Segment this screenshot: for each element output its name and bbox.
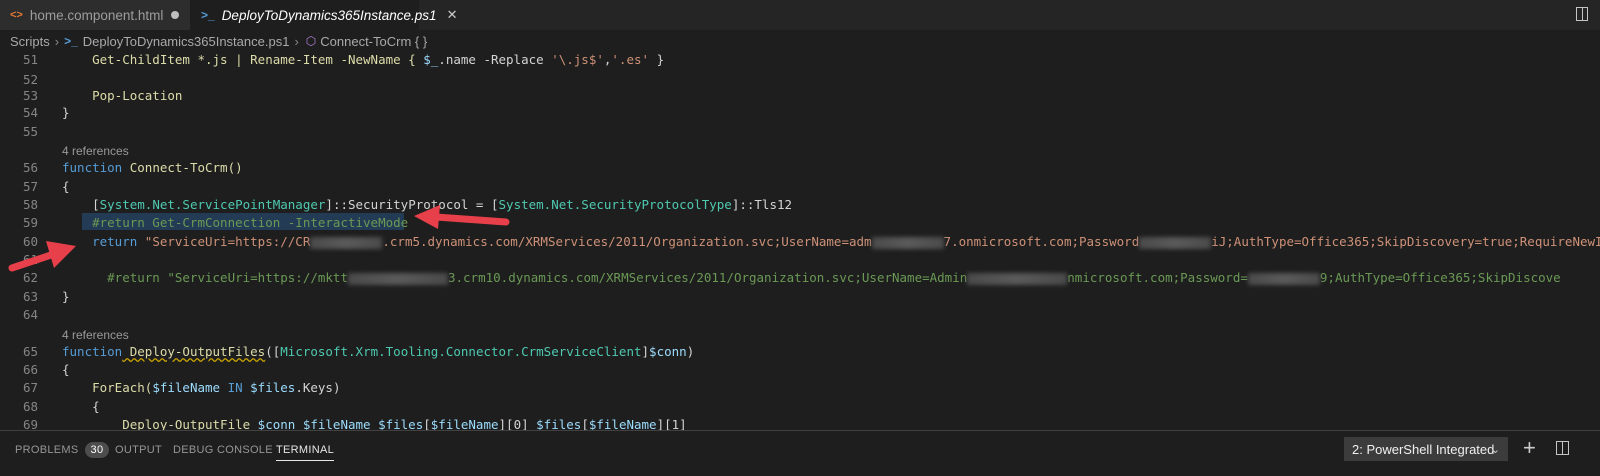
annotation-arrow-icon <box>414 205 510 229</box>
powershell-file-icon: >_ <box>201 8 215 22</box>
code-line-63: } <box>62 289 70 304</box>
chevron-right-icon: › <box>294 33 299 49</box>
code-line-67: ForEach($fileName IN $files.Keys) <box>62 380 341 395</box>
tab-output[interactable]: OUTPUT <box>115 444 162 456</box>
tab-label: DeployToDynamics365Instance.ps1 <box>221 7 437 23</box>
line-number: 57 <box>22 179 38 194</box>
breadcrumb-item-file[interactable]: DeployToDynamics365Instance.ps1 <box>83 34 290 49</box>
line-number: 63 <box>22 289 38 304</box>
redacted-text <box>967 272 1068 285</box>
tab-terminal[interactable]: TERMINAL <box>276 444 335 461</box>
tab-deploy-script[interactable]: >_ DeployToDynamics365Instance.ps1 ✕ <box>191 0 457 30</box>
line-number: 56 <box>22 160 38 175</box>
editor-tab-bar: <> home.component.html >_ DeployToDynami… <box>0 0 1600 30</box>
code-line-65: function Deploy-OutputFiles([Microsoft.X… <box>62 344 695 359</box>
redacted-text <box>310 236 383 249</box>
redacted-text <box>347 272 448 285</box>
chevron-right-icon: › <box>54 33 60 49</box>
line-number: 65 <box>22 344 38 359</box>
split-terminal-icon[interactable] <box>1556 441 1569 455</box>
split-editor-icon[interactable] <box>1576 7 1588 21</box>
line-number: 52 <box>22 72 38 87</box>
powershell-file-icon: >_ <box>64 34 78 48</box>
line-number: 59 <box>22 215 38 230</box>
terminal-select[interactable]: 2: PowerShell Integrated ⌄ <box>1344 437 1508 461</box>
tab-problems[interactable]: PROBLEMS 30 <box>15 442 110 458</box>
redacted-text <box>1247 272 1320 285</box>
line-number: 55 <box>22 124 38 139</box>
tab-home-component[interactable]: <> home.component.html <box>0 0 191 30</box>
modified-dot-icon[interactable] <box>171 11 180 19</box>
line-number: 69 <box>22 417 38 430</box>
new-terminal-button[interactable]: + <box>1523 435 1536 461</box>
line-number: 53 <box>22 88 38 103</box>
html-file-icon: <> <box>10 9 23 21</box>
redacted-text <box>1139 236 1212 249</box>
terminal-select-value: 2: PowerShell Integrated <box>1352 441 1495 457</box>
tab-debug-console[interactable]: DEBUG CONSOLE <box>173 444 273 456</box>
code-line-62: #return "ServiceUri=https://mktt 3.crm10.… <box>62 270 1561 285</box>
line-number: 54 <box>22 105 38 120</box>
line-number: 68 <box>22 399 38 414</box>
symbol-function-icon: ⬡ <box>305 34 317 48</box>
close-icon[interactable]: ✕ <box>447 7 458 23</box>
line-number: 58 <box>22 197 38 212</box>
code-line-53: Pop-Location <box>62 88 183 103</box>
code-editor[interactable]: 51 52 53 54 55 56 57 58 59 60 61 62 63 6… <box>0 50 1600 430</box>
breadcrumb-item-function[interactable]: Connect-ToCrm { } <box>320 34 427 49</box>
chevron-down-icon: ⌄ <box>1490 443 1500 456</box>
code-line-68: { <box>62 399 100 414</box>
code-line-54: } <box>62 105 70 120</box>
code-line-57: { <box>62 179 70 194</box>
problems-count-badge: 30 <box>84 442 110 458</box>
annotation-arrow-icon <box>8 241 76 272</box>
code-line-56: function Connect-ToCrm() <box>62 160 243 175</box>
line-number: 66 <box>22 362 38 377</box>
line-number: 67 <box>22 380 38 395</box>
code-line-69: Deploy-OutputFile $conn $fileName $files… <box>62 417 687 430</box>
codelens-references[interactable]: 4 references <box>62 328 129 342</box>
code-line-60: return "ServiceUri=https://CR .crm5.dynam… <box>62 234 1600 249</box>
panel-tab-bar: PROBLEMS 30 OUTPUT DEBUG CONSOLE TERMINAL… <box>0 430 1600 476</box>
codelens-references[interactable]: 4 references <box>62 144 129 158</box>
breadcrumb: Scripts › >_ DeployToDynamics365Instance… <box>0 30 1600 52</box>
code-line-59: #return Get-CrmConnection -InteractiveMo… <box>62 215 409 230</box>
line-number: 51 <box>22 52 38 67</box>
code-line-51: Get-ChildItem *.js | Rename-Item -NewNam… <box>62 52 665 67</box>
line-number: 64 <box>22 307 38 322</box>
redacted-text <box>871 236 944 249</box>
code-line-66: { <box>62 362 70 377</box>
tab-label: home.component.html <box>29 7 164 23</box>
breadcrumb-item-scripts[interactable]: Scripts <box>10 34 50 49</box>
